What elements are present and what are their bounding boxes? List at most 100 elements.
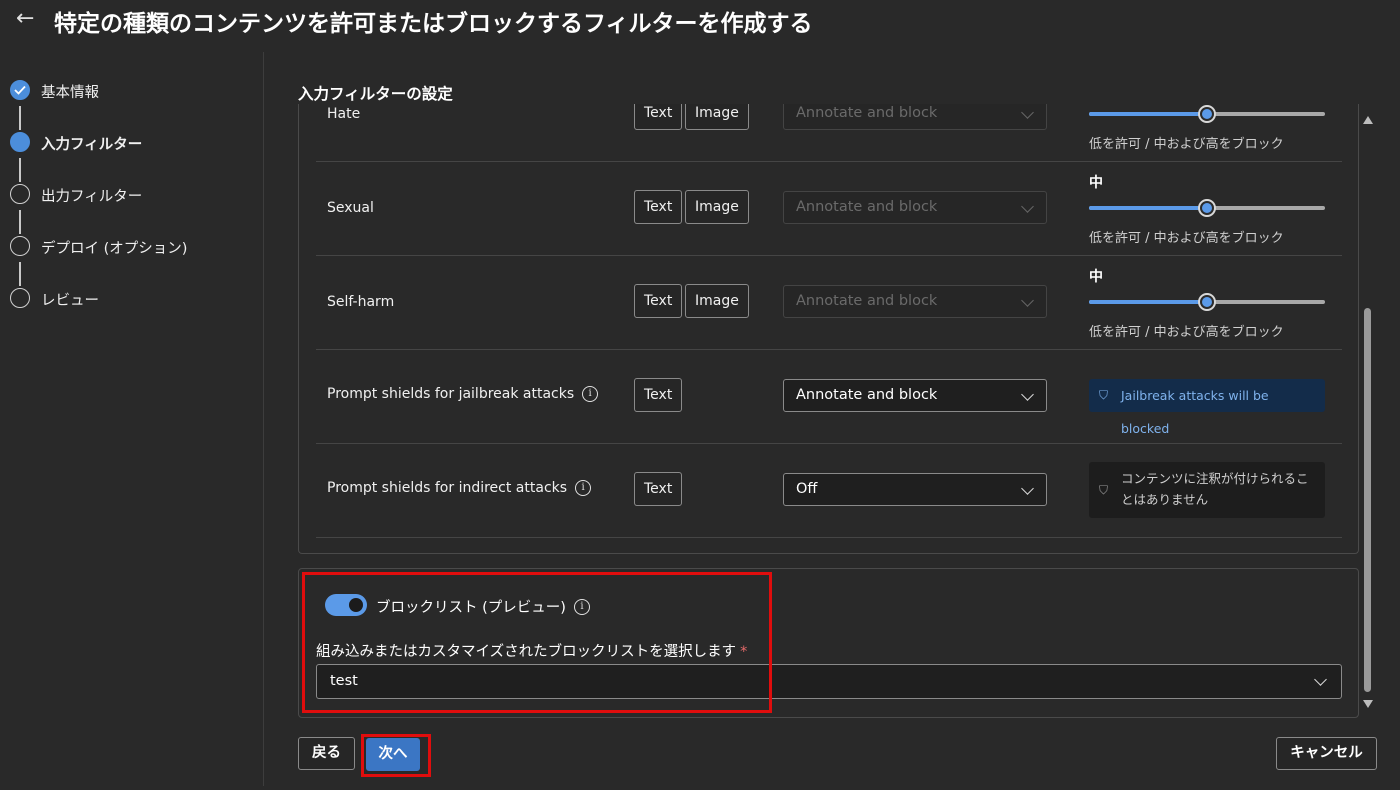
step-input-filter[interactable]: 入力フィルター bbox=[10, 132, 250, 156]
text-chip[interactable]: Text bbox=[634, 472, 683, 506]
filter-row-hate: Hate Text Image Annotate and block 低を許可 … bbox=[316, 104, 1342, 162]
dropdown-value: Annotate and block bbox=[796, 387, 938, 403]
cancel-button[interactable]: キャンセル bbox=[1276, 737, 1377, 770]
step-connector bbox=[19, 262, 21, 286]
slider-caption: 低を許可 / 中および高をブロック bbox=[1089, 137, 1284, 152]
scroll-down-icon[interactable] bbox=[1363, 700, 1373, 708]
status-text: Jailbreak attacks will be blocked bbox=[1121, 388, 1269, 436]
text-chip[interactable]: Text bbox=[634, 104, 683, 130]
step-label: 基本情報 bbox=[41, 85, 99, 101]
slider-caption: 低を許可 / 中および高をブロック bbox=[1089, 325, 1284, 340]
info-icon[interactable]: i bbox=[573, 598, 590, 615]
threshold-slider[interactable] bbox=[1089, 293, 1325, 311]
step-label: デプロイ (オプション) bbox=[41, 241, 188, 257]
filter-label: Prompt shields for jailbreak attacks bbox=[327, 386, 575, 402]
slider-caption: 低を許可 / 中および高をブロック bbox=[1089, 231, 1284, 246]
section-title: 入力フィルターの設定 bbox=[298, 85, 453, 103]
status-badge: ⛉ Jailbreak attacks will be blocked bbox=[1089, 379, 1325, 436]
step-connector bbox=[19, 210, 21, 234]
slider-level: 中 bbox=[1089, 269, 1103, 285]
dropdown-value: test bbox=[330, 673, 358, 689]
slider-fill bbox=[1089, 112, 1207, 116]
image-chip[interactable]: Image bbox=[685, 284, 749, 318]
action-dropdown: Annotate and block bbox=[783, 285, 1047, 318]
filter-label-group: Prompt shields for jailbreak attacks i bbox=[327, 386, 599, 402]
next-button[interactable]: 次へ bbox=[366, 738, 420, 771]
dropdown-value: Annotate and block bbox=[796, 105, 938, 121]
slider-thumb[interactable] bbox=[1198, 199, 1216, 217]
filter-row-self-harm: Self-harm Text Image Annotate and block … bbox=[316, 256, 1342, 350]
field-label-text: 組み込みまたはカスタマイズされたブロックリストを選択します bbox=[316, 644, 737, 660]
step-deploy[interactable]: デプロイ (オプション) bbox=[10, 236, 250, 260]
dropdown-value: Off bbox=[796, 481, 818, 497]
toggle-knob bbox=[349, 598, 363, 612]
slider-fill bbox=[1089, 300, 1207, 304]
toggle-label: ブロックリスト (プレビュー) bbox=[376, 600, 566, 616]
text-chip[interactable]: Text bbox=[634, 378, 683, 412]
action-dropdown: Annotate and block bbox=[783, 104, 1047, 130]
page-title: 特定の種類のコンテンツを許可またはブロックするフィルターを作成する bbox=[54, 11, 813, 37]
back-button[interactable]: 戻る bbox=[298, 737, 355, 770]
blocklist-toggle[interactable] bbox=[325, 594, 367, 616]
chevron-down-icon bbox=[1021, 200, 1034, 213]
step-connector bbox=[19, 158, 21, 182]
filter-label: Self-harm bbox=[327, 294, 395, 310]
action-dropdown: Annotate and block bbox=[783, 191, 1047, 224]
dropdown-value: Annotate and block bbox=[796, 293, 938, 309]
required-mark: * bbox=[740, 644, 748, 660]
filter-label: Hate bbox=[327, 106, 361, 122]
blocklist-field-label: 組み込みまたはカスタマイズされたブロックリストを選択します * bbox=[316, 640, 747, 661]
text-chip[interactable]: Text bbox=[634, 190, 683, 224]
info-icon[interactable]: i bbox=[582, 386, 599, 402]
status-text: コンテンツに注釈が付けられることはありません bbox=[1121, 471, 1309, 507]
filter-label: Prompt shields for indirect attacks bbox=[327, 480, 568, 496]
chevron-down-icon bbox=[1314, 673, 1327, 686]
action-dropdown[interactable]: Annotate and block bbox=[783, 379, 1047, 412]
filter-row-sexual: Sexual Text Image Annotate and block 中 低… bbox=[316, 162, 1342, 256]
filter-row-jailbreak: Prompt shields for jailbreak attacks i T… bbox=[316, 350, 1342, 444]
scroll-thumb[interactable] bbox=[1364, 308, 1371, 692]
pending-step-icon bbox=[10, 236, 30, 256]
image-chip[interactable]: Image bbox=[685, 190, 749, 224]
status-badge: ⛉ コンテンツに注釈が付けられることはありません bbox=[1089, 462, 1325, 518]
slider-level: 中 bbox=[1089, 175, 1103, 191]
pending-step-icon bbox=[10, 288, 30, 308]
text-chip[interactable]: Text bbox=[634, 284, 683, 318]
shield-icon: ⛉ bbox=[1099, 483, 1109, 497]
toggle-label-group: ブロックリスト (プレビュー) i bbox=[376, 596, 590, 617]
step-label: レビュー bbox=[41, 293, 99, 309]
dropdown-value: Annotate and block bbox=[796, 199, 938, 215]
step-connector bbox=[19, 106, 21, 130]
step-label: 入力フィルター bbox=[41, 137, 143, 153]
chevron-down-icon bbox=[1021, 482, 1034, 495]
filter-label-group: Prompt shields for indirect attacks i bbox=[327, 480, 592, 496]
step-review[interactable]: レビュー bbox=[10, 288, 250, 312]
step-basic-info[interactable]: 基本情報 bbox=[10, 80, 250, 104]
blocklist-dropdown[interactable]: test bbox=[316, 664, 1342, 699]
slider-fill bbox=[1089, 206, 1207, 210]
info-icon[interactable]: i bbox=[575, 480, 592, 496]
slider-thumb[interactable] bbox=[1198, 293, 1216, 311]
chevron-down-icon bbox=[1021, 388, 1034, 401]
scroll-up-icon[interactable] bbox=[1363, 116, 1373, 124]
pending-step-icon bbox=[10, 184, 30, 204]
back-arrow-icon[interactable]: ← bbox=[16, 6, 34, 31]
filter-label: Sexual bbox=[327, 200, 374, 216]
action-dropdown[interactable]: Off bbox=[783, 473, 1047, 506]
chevron-down-icon bbox=[1021, 106, 1034, 119]
threshold-slider[interactable] bbox=[1089, 105, 1325, 123]
step-output-filter[interactable]: 出力フィルター bbox=[10, 184, 250, 208]
page-header: ← 特定の種類のコンテンツを許可またはブロックするフィルターを作成する bbox=[0, 0, 1400, 40]
threshold-slider[interactable] bbox=[1089, 199, 1325, 217]
chevron-down-icon bbox=[1021, 294, 1034, 307]
step-label: 出力フィルター bbox=[41, 189, 143, 205]
input-filters-table: Hate Text Image Annotate and block 低を許可 … bbox=[298, 104, 1359, 554]
active-step-icon bbox=[10, 132, 30, 152]
scrollbar[interactable] bbox=[1362, 110, 1374, 714]
sidebar-divider bbox=[263, 52, 264, 786]
slider-thumb[interactable] bbox=[1198, 105, 1216, 123]
blocklist-section: ブロックリスト (プレビュー) i 組み込みまたはカスタマイズされたブロックリス… bbox=[298, 568, 1359, 718]
shield-check-icon: ⛉ bbox=[1099, 388, 1109, 402]
filter-row-indirect: Prompt shields for indirect attacks i Te… bbox=[316, 444, 1342, 538]
image-chip[interactable]: Image bbox=[685, 104, 749, 130]
